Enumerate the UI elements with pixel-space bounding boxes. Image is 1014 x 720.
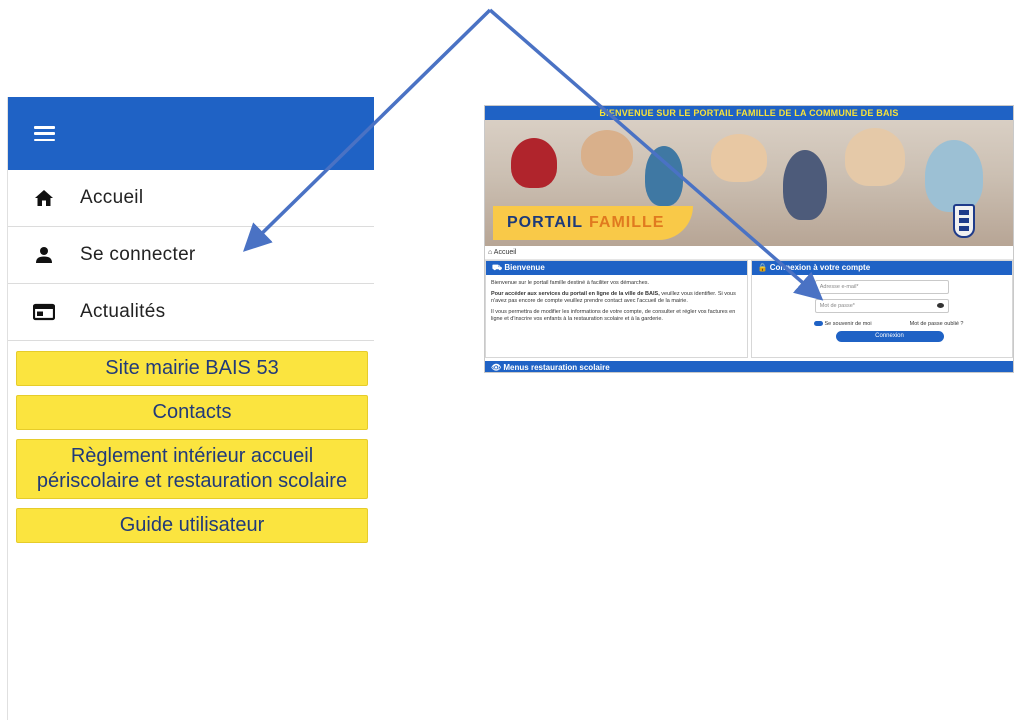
welcome-title: Bienvenue	[504, 263, 545, 272]
home-icon	[33, 187, 55, 209]
welcome-text-2: Pour accéder aux services du portail en …	[491, 291, 742, 305]
hero-title-word2: FAMILLE	[589, 214, 665, 231]
connexion-button[interactable]: Connexion	[835, 331, 944, 342]
welcome-text-3: Il vous permettra de modifier les inform…	[491, 309, 736, 322]
page: Accueil Se connecter Actualités Site mai…	[0, 0, 1014, 720]
menu-item-accueil[interactable]: Accueil	[8, 170, 374, 227]
hamburger-menu-icon[interactable]	[34, 126, 55, 141]
site-mairie-button[interactable]: Site mairie BAIS 53	[16, 351, 368, 386]
news-icon	[33, 301, 55, 323]
menu-item-se-connecter[interactable]: Se connecter	[8, 227, 374, 284]
login-title: Connexion à votre compte	[769, 263, 871, 272]
child-figure	[711, 134, 767, 182]
guide-utilisateur-button[interactable]: Guide utilisateur	[16, 508, 368, 543]
home-icon: ⌂	[488, 249, 493, 256]
welcome-panel: ⛟ Bienvenue Bienvenue sur le portail fam…	[485, 260, 748, 358]
menu-header-bar	[8, 97, 374, 170]
password-field[interactable]: Mot de passe*	[814, 299, 949, 313]
breadcrumb: ⌂ Accueil	[485, 246, 1013, 260]
reglement-interieur-button[interactable]: Règlement intérieur accueil périscolaire…	[16, 439, 368, 499]
portal-screenshot: BIENVENUE SUR LE PORTAIL FAMILLE DE LA C…	[484, 105, 1014, 373]
breadcrumb-accueil[interactable]: Accueil	[494, 249, 517, 256]
menu-item-label: Se connecter	[80, 244, 196, 265]
welcome-panel-header: ⛟ Bienvenue	[486, 261, 747, 275]
menu-item-label: Actualités	[80, 301, 166, 322]
child-figure	[845, 128, 905, 186]
link-buttons: Site mairie BAIS 53 Contacts Règlement i…	[8, 341, 374, 543]
portal-panels: ⛟ Bienvenue Bienvenue sur le portail fam…	[485, 260, 1013, 358]
menus-restauration-bar[interactable]: 👁 Menus restauration scolaire	[485, 361, 1013, 372]
contacts-button[interactable]: Contacts	[16, 395, 368, 430]
portal-top-banner: BIENVENUE SUR LE PORTAIL FAMILLE DE LA C…	[485, 106, 1013, 120]
menus-restauration-label: Menus restauration scolaire	[503, 363, 610, 372]
login-options: Se souvenir de moi Mot de passe oublié ?	[813, 321, 964, 327]
child-figure	[645, 146, 683, 206]
welcome-text-1: Bienvenue sur le portail famille destiné…	[491, 280, 650, 286]
lock-icon: 🔒	[757, 263, 768, 272]
hero-image: PORTAIL FAMILLE	[485, 120, 1013, 246]
eye-icon: 👁	[491, 363, 502, 372]
forgot-password-link[interactable]: Mot de passe oublié ?	[910, 321, 964, 327]
welcome-text-bold: Pour accéder aux services du portail en …	[491, 291, 660, 297]
portail-famille-banner: PORTAIL FAMILLE	[493, 206, 693, 240]
child-figure	[783, 150, 827, 220]
email-field[interactable]: Adresse e-mail*	[814, 280, 949, 294]
child-figure	[581, 130, 633, 176]
menu-item-actualites[interactable]: Actualités	[8, 284, 374, 341]
remember-me-label: Se souvenir de moi	[824, 321, 872, 327]
hero-title-word1: PORTAIL	[507, 214, 584, 231]
coat-of-arms-icon	[953, 204, 975, 238]
welcome-body: Bienvenue sur le portail famille destiné…	[486, 275, 747, 332]
login-panel-header: 🔒 Connexion à votre compte	[751, 261, 1012, 275]
child-figure	[511, 138, 557, 188]
car-icon: ⛟	[492, 263, 503, 272]
mobile-menu: Accueil Se connecter Actualités Site mai…	[7, 97, 374, 720]
child-figure	[925, 140, 983, 212]
menu-item-label: Accueil	[80, 187, 144, 208]
person-icon	[33, 244, 55, 266]
login-panel: 🔒 Connexion à votre compte Adresse e-mai…	[750, 260, 1013, 358]
eye-icon[interactable]	[936, 303, 944, 308]
toggle-icon	[813, 321, 823, 327]
remember-me-toggle[interactable]: Se souvenir de moi	[813, 321, 872, 327]
password-placeholder: Mot de passe*	[819, 303, 855, 309]
